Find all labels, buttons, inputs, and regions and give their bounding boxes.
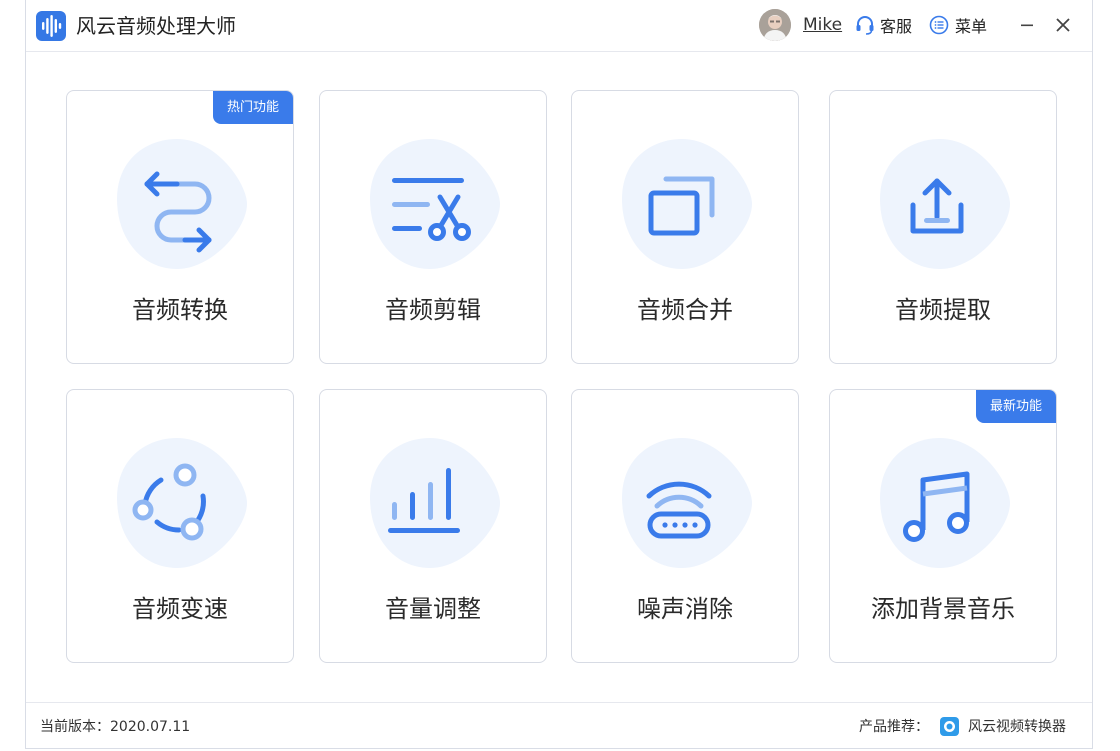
music-note-icon xyxy=(880,438,1010,568)
convert-arrows-icon xyxy=(117,139,247,269)
scissors-icon xyxy=(370,139,500,269)
card-audio-extract[interactable]: 音频提取 xyxy=(829,90,1057,364)
card-audio-edit[interactable]: 音频剪辑 xyxy=(319,90,547,364)
card-label: 音频合并 xyxy=(637,296,733,324)
user-avatar[interactable] xyxy=(759,9,791,41)
status-footer: 当前版本：2020.07.11 产品推荐： 风云视频转换器 xyxy=(26,702,1092,748)
card-label: 音量调整 xyxy=(385,595,481,623)
card-label: 音频提取 xyxy=(895,296,991,324)
card-audio-convert[interactable]: 热门功能 音频转换 xyxy=(66,90,294,364)
version-text: 当前版本：2020.07.11 xyxy=(40,719,191,735)
volume-bars-icon xyxy=(370,438,500,568)
close-icon xyxy=(1056,18,1070,32)
recommend-app-link[interactable]: 风云视频转换器 xyxy=(968,717,1066,737)
card-add-background-music[interactable]: 最新功能 添加背景音乐 xyxy=(829,389,1057,663)
wifi-router-icon xyxy=(622,438,752,568)
close-button[interactable] xyxy=(1052,14,1074,36)
new-feature-badge: 最新功能 xyxy=(976,390,1056,423)
username-link[interactable]: Mike xyxy=(803,14,842,36)
audio-wave-logo-icon xyxy=(36,11,66,41)
customer-service-button[interactable]: 客服 xyxy=(854,12,912,38)
app-title: 风云音频处理大师 xyxy=(76,14,236,38)
title-bar: 风云音频处理大师 Mike 客服 菜单 xyxy=(26,0,1092,52)
menu-list-icon xyxy=(929,15,949,35)
card-noise-removal[interactable]: 噪声消除 xyxy=(571,389,799,663)
card-audio-speed[interactable]: 音频变速 xyxy=(66,389,294,663)
headset-icon xyxy=(856,16,874,35)
speed-cycle-icon xyxy=(117,438,247,568)
video-converter-icon[interactable] xyxy=(940,717,959,736)
card-label: 音频转换 xyxy=(132,296,228,324)
recommend-label: 产品推荐： xyxy=(859,719,929,735)
upload-tray-icon xyxy=(880,139,1010,269)
menu-label: 菜单 xyxy=(955,17,988,36)
card-audio-merge[interactable]: 音频合并 xyxy=(571,90,799,364)
hot-feature-badge: 热门功能 xyxy=(213,91,293,124)
card-volume-adjust[interactable]: 音量调整 xyxy=(319,389,547,663)
minimize-button[interactable] xyxy=(1016,14,1038,36)
app-window: 风云音频处理大师 Mike 客服 菜单 热门功能 音频转换 音频剪辑 音频合并 … xyxy=(25,0,1093,749)
card-label: 音频剪辑 xyxy=(385,296,481,324)
merge-windows-icon xyxy=(622,139,752,269)
support-label: 客服 xyxy=(880,17,913,36)
card-label: 音频变速 xyxy=(132,595,228,623)
menu-button[interactable]: 菜单 xyxy=(929,12,987,38)
minimize-icon xyxy=(1021,24,1033,27)
card-label: 添加背景音乐 xyxy=(871,595,1015,623)
card-label: 噪声消除 xyxy=(637,595,733,623)
